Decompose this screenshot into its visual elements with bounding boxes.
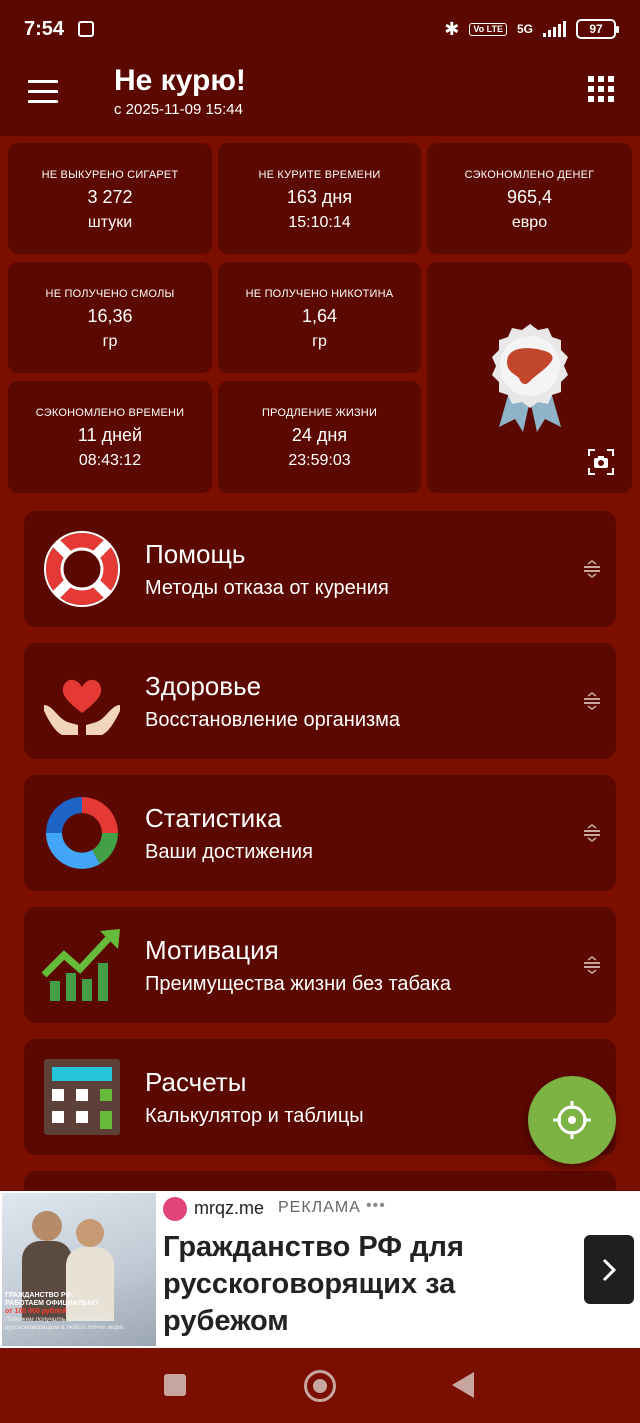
card-title: Здоровье [145, 671, 262, 701]
stat-unit: евро [511, 214, 548, 231]
heart-hands-icon [44, 679, 120, 735]
quit-date: с 2025-11-09 15:44 [114, 101, 243, 118]
stat-time-saved[interactable]: СЭКОНОМЛЕНО ВРЕМЕНИ 11 дней 08:43:12 [8, 381, 212, 493]
battery-level: 97 [589, 22, 603, 36]
stat-value: 1,64 [301, 306, 338, 326]
battery-icon: 97 [576, 19, 619, 39]
card-title: Мотивация [145, 935, 279, 965]
status-icons: ✱ Vo LTE 5G 97 [444, 18, 619, 40]
drag-handle-icon[interactable] [582, 955, 602, 975]
drag-handle-icon[interactable] [582, 691, 602, 711]
app-title: Не курю! [114, 64, 246, 97]
menu-card-calculations[interactable]: Расчеты Калькулятор и таблицы [24, 1039, 616, 1155]
target-fab-button[interactable] [528, 1076, 616, 1164]
ad-label: РЕКЛАМА [278, 1199, 361, 1216]
stat-value: 163 дня [286, 187, 353, 207]
ad-image-small: Поможем получить гражданство русскоговор… [5, 1316, 124, 1331]
ad-image-price: от 100 000 рублей [5, 1308, 67, 1315]
card-subtitle: Методы отказа от курения [145, 577, 389, 599]
stat-label: НЕ КУРИТЕ ВРЕМЕНИ [258, 169, 381, 181]
stat-unit: гр [312, 333, 327, 350]
card-title: Помощь [145, 539, 246, 569]
recents-icon[interactable] [164, 1374, 186, 1396]
stat-unit: 15:10:14 [288, 214, 351, 231]
stat-unit: гр [102, 333, 118, 350]
system-nav-bar [0, 1348, 640, 1423]
stat-label: СЭКОНОМЛЕНО ВРЕМЕНИ [35, 407, 185, 419]
crosshair-icon [553, 1101, 591, 1139]
stat-time-not-smoking[interactable]: НЕ КУРИТЕ ВРЕМЕНИ 163 дня 15:10:14 [218, 143, 421, 254]
ad-image[interactable]: ГРАЖДАНСТВО РФ: РАБОТАЕМ ОФИЦИАЛЬНО от 1… [2, 1193, 156, 1346]
apps-grid-icon[interactable] [588, 76, 614, 102]
stat-label: НЕ ВЫКУРЕНО СИГАРЕТ [41, 169, 179, 181]
status-bar: 7:54 ✱ Vo LTE 5G 97 [0, 0, 640, 58]
menu-card-motivation[interactable]: Мотивация Преимущества жизни без табака [24, 907, 616, 1023]
calculator-icon [44, 1059, 120, 1135]
lifebuoy-icon [44, 531, 120, 607]
stat-value: 24 дня [291, 425, 348, 445]
achievement-tile[interactable] [427, 262, 632, 493]
stat-label: НЕ ПОЛУЧЕНО НИКОТИНА [245, 288, 394, 300]
stat-label: ПРОДЛЕНИЕ ЖИЗНИ [261, 407, 378, 419]
stat-label: СЭКОНОМЛЕНО ДЕНЕГ [464, 169, 595, 181]
stat-nicotine[interactable]: НЕ ПОЛУЧЕНО НИКОТИНА 1,64 гр [218, 262, 421, 373]
hamburger-menu-icon[interactable] [28, 80, 60, 104]
growth-chart-icon [42, 929, 120, 1001]
stat-value: 3 272 [87, 187, 133, 207]
drag-handle-icon[interactable] [582, 559, 602, 579]
status-time: 7:54 [24, 17, 65, 40]
ad-more-options[interactable]: ••• [366, 1197, 386, 1215]
app-bar: Не курю! с 2025-11-09 15:44 [0, 58, 640, 136]
network-label: 5G [516, 22, 533, 36]
donut-chart-icon [46, 797, 118, 869]
menu-card-statistics[interactable]: Статистика Ваши достижения [24, 775, 616, 891]
ad-open-button[interactable] [584, 1235, 634, 1304]
menu-card-help[interactable]: Помощь Методы отказа от курения [24, 511, 616, 627]
ad-headline[interactable]: Гражданство РФ для русскоговорящих за ру… [163, 1229, 573, 1340]
ad-image-line: ГРАЖДАНСТВО РФ: [5, 1292, 74, 1299]
card-subtitle: Восстановление организма [145, 709, 401, 731]
bluetooth-icon: ✱ [444, 18, 460, 39]
card-title: Статистика [145, 803, 282, 833]
screenshot-camera-icon[interactable] [588, 449, 614, 475]
card-subtitle: Калькулятор и таблицы [145, 1105, 364, 1127]
card-subtitle: Преимущества жизни без табака [145, 973, 451, 995]
menu-card-partial[interactable] [24, 1171, 616, 1191]
liver-badge-icon [492, 324, 568, 432]
ad-domain[interactable]: mrqz.me [194, 1198, 264, 1219]
ad-banner[interactable]: ГРАЖДАНСТВО РФ: РАБОТАЕМ ОФИЦИАЛЬНО от 1… [0, 1191, 640, 1348]
stat-value: 11 дней [77, 425, 143, 445]
volte-icon: Vo LTE [469, 22, 507, 36]
stat-unit: 23:59:03 [288, 452, 351, 469]
stat-value: 16,36 [87, 306, 133, 326]
stat-tar[interactable]: НЕ ПОЛУЧЕНО СМОЛЫ 16,36 гр [8, 262, 212, 373]
stat-money-saved[interactable]: СЭКОНОМЛЕНО ДЕНЕГ 965,4 евро [427, 143, 632, 254]
card-subtitle: Ваши достижения [145, 841, 313, 863]
menu-card-health[interactable]: Здоровье Восстановление организма [24, 643, 616, 759]
stat-value: 965,4 [506, 187, 553, 207]
drag-handle-icon[interactable] [582, 823, 602, 843]
card-title: Расчеты [145, 1067, 247, 1097]
ad-image-line: РАБОТАЕМ ОФИЦИАЛЬНО [5, 1300, 99, 1307]
chevron-right-icon [602, 1258, 617, 1282]
back-icon[interactable] [452, 1372, 474, 1398]
home-icon[interactable] [304, 1370, 336, 1402]
stat-unit: 08:43:12 [78, 452, 142, 469]
signal-icon [543, 21, 566, 37]
stat-cigarettes[interactable]: НЕ ВЫКУРЕНО СИГАРЕТ 3 272 штуки [8, 143, 212, 254]
stat-life-extension[interactable]: ПРОДЛЕНИЕ ЖИЗНИ 24 дня 23:59:03 [218, 381, 421, 493]
advertiser-logo-icon [163, 1197, 187, 1221]
notification-icon [78, 21, 95, 37]
stat-label: НЕ ПОЛУЧЕНО СМОЛЫ [45, 288, 175, 300]
ad-image-text: ГРАЖДАНСТВО РФ: РАБОТАЕМ ОФИЦИАЛЬНО от 1… [5, 1292, 155, 1332]
stat-unit: штуки [87, 214, 133, 231]
